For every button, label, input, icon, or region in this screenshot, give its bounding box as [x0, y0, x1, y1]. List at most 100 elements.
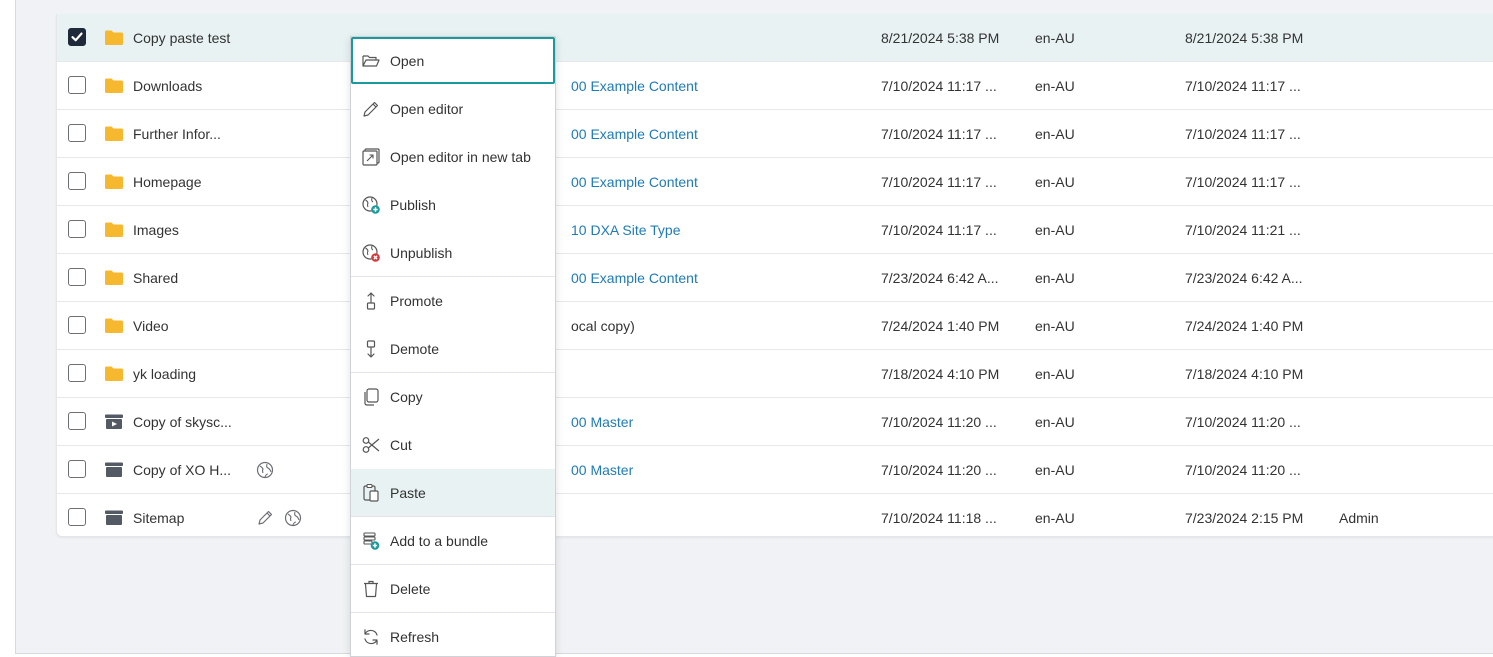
row-created-date: 7/10/2024 11:17 ... [881, 222, 997, 238]
row-created-date: 7/10/2024 11:18 ... [881, 510, 997, 526]
menu-item-copy[interactable]: Copy [351, 373, 555, 421]
row-parent: ocal copy) [571, 318, 635, 334]
row-name[interactable]: Copy paste test [133, 14, 230, 62]
row-name[interactable]: Downloads [133, 62, 202, 110]
demote-icon [366, 340, 376, 358]
row-modified-date: 8/21/2024 5:38 PM [1185, 30, 1304, 46]
row-parent-link[interactable]: 00 Master [571, 446, 633, 494]
row-parent-link[interactable]: 00 Example Content [571, 62, 698, 110]
row-checkbox[interactable] [68, 316, 86, 334]
row-checkbox[interactable] [68, 412, 86, 430]
row-created-date: 7/10/2024 11:17 ... [881, 174, 997, 190]
unpublish-globe-icon [362, 244, 380, 262]
row-language: en-AU [1035, 222, 1075, 238]
checkmark-icon [71, 32, 83, 42]
menu-item-open[interactable]: Open [351, 37, 555, 84]
row-modified-date: 7/10/2024 11:17 ... [1185, 78, 1301, 94]
row-modified-date: 7/10/2024 11:17 ... [1185, 126, 1301, 142]
published-globe-icon [256, 461, 274, 479]
publish-globe-icon [362, 196, 380, 214]
copy-icon [364, 388, 379, 406]
folder-open-icon [362, 55, 380, 67]
menu-item-promote[interactable]: Promote [351, 277, 555, 325]
row-checkbox[interactable] [68, 28, 86, 46]
row-created-date: 7/24/2024 1:40 PM [881, 318, 1000, 334]
row-name[interactable]: Sitemap [133, 494, 184, 542]
row-modified-date: 7/10/2024 11:20 ... [1185, 414, 1301, 430]
new-tab-icon [362, 148, 380, 166]
row-language: en-AU [1035, 414, 1075, 430]
row-checkbox[interactable] [68, 268, 86, 286]
menu-item-unpublish[interactable]: Unpublish [351, 229, 555, 277]
row-created-date: 8/21/2024 5:38 PM [881, 30, 1000, 46]
row-user: Admin [1339, 510, 1379, 526]
row-created-date: 7/18/2024 4:10 PM [881, 366, 1000, 382]
table-row[interactable]: Homepage 00 Example Content 7/10/2024 11… [57, 158, 1493, 206]
row-language: en-AU [1035, 30, 1075, 46]
row-checkbox[interactable] [68, 364, 86, 382]
row-checkbox[interactable] [68, 124, 86, 142]
items-table: Copy paste test 8/21/2024 5:38 PM en-AU … [56, 14, 1493, 537]
row-name[interactable]: Further Infor... [133, 110, 221, 158]
row-name[interactable]: Video [133, 302, 169, 350]
table-row[interactable]: Downloads 00 Example Content 7/10/2024 1… [57, 62, 1493, 110]
row-parent-link[interactable]: 00 Example Content [571, 110, 698, 158]
menu-item-demote[interactable]: Demote [351, 325, 555, 373]
row-checkbox[interactable] [68, 508, 86, 526]
menu-item-open-editor[interactable]: Open editor [351, 85, 555, 133]
promote-icon [366, 292, 376, 310]
row-language: en-AU [1035, 318, 1075, 334]
row-modified-date: 7/23/2024 2:15 PM [1185, 510, 1304, 526]
row-name[interactable]: Copy of skysc... [133, 398, 232, 446]
table-row[interactable]: yk loading 7/18/2024 4:10 PM en-AU 7/18/… [57, 350, 1493, 398]
context-menu: Open Open editor Open editor in new tab … [350, 36, 556, 657]
folder-icon [105, 174, 123, 189]
row-created-date: 7/23/2024 6:42 A... [881, 270, 999, 286]
row-language: en-AU [1035, 174, 1075, 190]
table-row[interactable]: Images 10 DXA Site Type 7/10/2024 11:17 … [57, 206, 1493, 254]
row-name[interactable]: Shared [133, 254, 178, 302]
pencil-icon [363, 101, 379, 117]
table-row[interactable]: Copy of skysc... 00 Master 7/10/2024 11:… [57, 398, 1493, 446]
row-language: en-AU [1035, 510, 1075, 526]
row-language: en-AU [1035, 462, 1075, 478]
add-bundle-icon [363, 532, 380, 550]
row-name[interactable]: yk loading [133, 350, 196, 398]
row-modified-date: 7/10/2024 11:17 ... [1185, 174, 1301, 190]
menu-item-add-to-bundle[interactable]: Add to a bundle [351, 517, 555, 565]
row-name[interactable]: Images [133, 206, 179, 254]
row-checkbox[interactable] [68, 76, 86, 94]
menu-item-publish[interactable]: Publish [351, 181, 555, 229]
row-modified-date: 7/10/2024 11:20 ... [1185, 462, 1301, 478]
row-parent-link[interactable]: 00 Example Content [571, 254, 698, 302]
menu-item-refresh[interactable]: Refresh [351, 613, 555, 656]
structure-group-icon [105, 462, 123, 477]
menu-item-delete[interactable]: Delete [351, 565, 555, 613]
folder-icon [105, 222, 123, 237]
table-row[interactable]: Sitemap 7/10/2024 11:18 ... en-AU 7/23/2… [57, 494, 1493, 542]
row-name[interactable]: Homepage [133, 158, 202, 206]
table-row[interactable]: Copy of XO H... 00 Master 7/10/2024 11:2… [57, 446, 1493, 494]
menu-item-open-editor-new-tab[interactable]: Open editor in new tab [351, 133, 555, 181]
row-parent-link[interactable]: 10 DXA Site Type [571, 206, 680, 254]
table-row[interactable]: Video ocal copy) 7/24/2024 1:40 PM en-AU… [57, 302, 1493, 350]
folder-icon [105, 366, 123, 381]
menu-item-paste[interactable]: Paste [351, 469, 555, 517]
row-parent-link[interactable]: 00 Example Content [571, 158, 698, 206]
row-checkbox[interactable] [68, 220, 86, 238]
table-row[interactable]: Further Infor... 00 Example Content 7/10… [57, 110, 1493, 158]
menu-item-cut[interactable]: Cut [351, 421, 555, 469]
row-language: en-AU [1035, 126, 1075, 142]
row-parent-link[interactable]: 00 Master [571, 398, 633, 446]
row-checkbox[interactable] [68, 172, 86, 190]
row-created-date: 7/10/2024 11:17 ... [881, 126, 997, 142]
table-row[interactable]: Shared 00 Example Content 7/23/2024 6:42… [57, 254, 1493, 302]
folder-icon [105, 126, 123, 141]
content-area: Copy paste test 8/21/2024 5:38 PM en-AU … [15, 0, 1493, 654]
paste-icon [363, 483, 379, 502]
row-name[interactable]: Copy of XO H... [133, 446, 231, 494]
row-language: en-AU [1035, 366, 1075, 382]
row-modified-date: 7/24/2024 1:40 PM [1185, 318, 1304, 334]
table-row[interactable]: Copy paste test 8/21/2024 5:38 PM en-AU … [57, 14, 1493, 62]
row-checkbox[interactable] [68, 460, 86, 478]
